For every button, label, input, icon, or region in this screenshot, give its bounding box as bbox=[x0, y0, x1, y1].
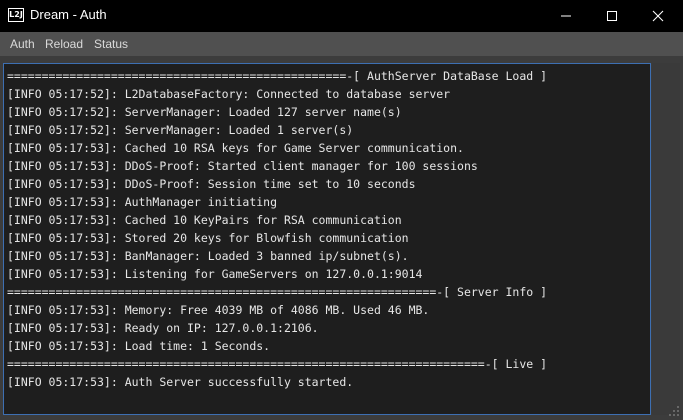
close-button[interactable] bbox=[635, 0, 681, 32]
log-line: [INFO 05:17:53]: Ready on IP: 127.0.0.1:… bbox=[7, 321, 319, 335]
maximize-button[interactable] bbox=[589, 0, 635, 32]
window-title: Dream - Auth bbox=[30, 7, 107, 22]
log-line: [INFO 05:17:53]: Cached 10 KeyPairs for … bbox=[7, 213, 402, 227]
log-line: [INFO 05:17:52]: ServerManager: Loaded 1… bbox=[7, 105, 402, 119]
log-line: [INFO 05:17:53]: Listening for GameServe… bbox=[7, 267, 423, 281]
log-line: [INFO 05:17:53]: Load time: 1 Seconds. bbox=[7, 339, 271, 353]
minimize-button[interactable] bbox=[543, 0, 589, 32]
app-icon: L2J bbox=[8, 8, 24, 22]
menu-item-reload[interactable]: Reload bbox=[45, 37, 83, 51]
menu-bar: Auth Reload Status bbox=[0, 32, 683, 56]
log-line: [INFO 05:17:53]: AuthManager initiating bbox=[7, 195, 278, 209]
minimize-icon bbox=[561, 15, 571, 17]
log-line: [INFO 05:17:53]: Auth Server successfull… bbox=[7, 375, 354, 389]
app-window: L2J Dream - Auth Auth Reload Status ====… bbox=[0, 0, 683, 420]
log-line: [INFO 05:17:53]: BanManager: Loaded 3 ba… bbox=[7, 249, 409, 263]
log-line: [INFO 05:17:53]: DDoS-Proof: Session tim… bbox=[7, 177, 416, 191]
maximize-icon bbox=[607, 11, 617, 21]
log-line: [INFO 05:17:53]: Stored 20 keys for Blow… bbox=[7, 231, 409, 245]
log-line: [INFO 05:17:52]: ServerManager: Loaded 1… bbox=[7, 123, 354, 137]
log-line: ========================================… bbox=[7, 69, 548, 83]
close-icon bbox=[652, 10, 664, 22]
log-line: ========================================… bbox=[7, 285, 548, 299]
title-bar[interactable]: L2J Dream - Auth bbox=[0, 0, 683, 32]
log-line: [INFO 05:17:52]: L2DatabaseFactory: Conn… bbox=[7, 87, 451, 101]
menu-item-status[interactable]: Status bbox=[94, 37, 128, 51]
menu-item-auth[interactable]: Auth bbox=[10, 37, 35, 51]
scrollbar-area[interactable] bbox=[652, 63, 680, 415]
log-line: ========================================… bbox=[7, 357, 548, 371]
log-line: [INFO 05:17:53]: DDoS-Proof: Started cli… bbox=[7, 159, 478, 173]
resize-grip-icon[interactable] bbox=[668, 405, 680, 417]
log-line: [INFO 05:17:53]: Memory: Free 4039 MB of… bbox=[7, 303, 430, 317]
log-line: [INFO 05:17:53]: Cached 10 RSA keys for … bbox=[7, 141, 464, 155]
